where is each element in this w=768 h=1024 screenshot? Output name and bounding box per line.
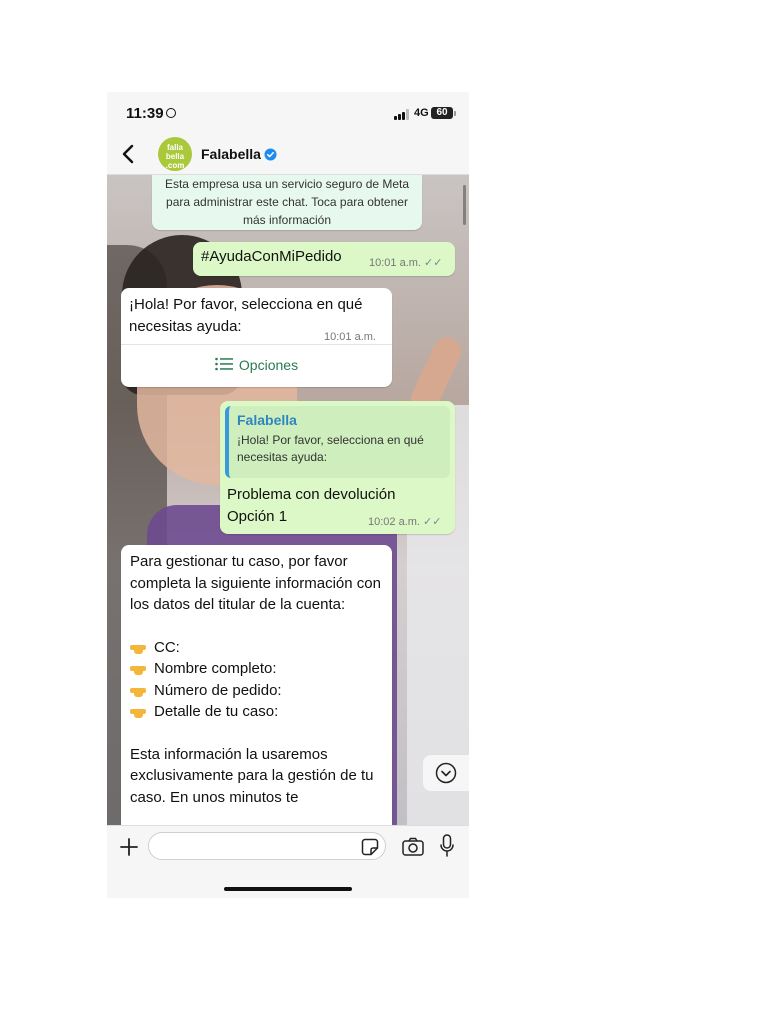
quoted-message[interactable]: Falabella ¡Hola! Por favor, selecciona e… (225, 406, 450, 478)
plus-icon[interactable] (119, 837, 139, 857)
signal-icon (394, 109, 412, 120)
message-time: 10:01 a.m. ✓✓ (369, 257, 443, 269)
read-ticks-icon: ✓✓ (422, 516, 442, 528)
message-incoming-form[interactable]: Para gestionar tu caso, por favor comple… (121, 545, 392, 825)
list-item: Detalle de tu caso: (130, 701, 383, 723)
list-item: Nombre completo: (130, 658, 383, 680)
message-input[interactable] (148, 832, 386, 860)
status-time: 11:39 (126, 105, 164, 122)
list-item: Número de pedido: (130, 680, 383, 702)
battery-icon: 60 (431, 107, 453, 119)
home-indicator[interactable] (224, 887, 352, 891)
message-outro: Esta información la usaremos exclusivame… (130, 745, 374, 806)
contact-name[interactable]: Falabella (201, 146, 261, 162)
message-outgoing-reply[interactable]: Falabella ¡Hola! Por favor, selecciona e… (220, 401, 455, 534)
focus-mode-icon (166, 108, 176, 118)
list-icon (215, 357, 233, 371)
quote-author: Falabella (237, 412, 297, 428)
avatar[interactable]: falla bella .com (158, 137, 192, 171)
field-list: CC: Nombre completo: Número de pedido: D… (130, 637, 383, 723)
message-incoming[interactable]: ¡Hola! Por favor, selecciona en qué nece… (121, 288, 392, 387)
sticker-icon[interactable] (361, 838, 379, 856)
verified-badge-icon (264, 148, 277, 161)
message-text: #AyudaConMiPedido (201, 248, 342, 265)
system-notice[interactable]: Esta empresa usa un servicio seguro de M… (152, 175, 422, 230)
chevron-down-icon (435, 762, 457, 784)
avatar-text-2: bella (165, 152, 185, 161)
scroll-down-button[interactable] (423, 755, 469, 791)
chat-area[interactable]: Esta empresa usa un servicio seguro de M… (107, 175, 469, 825)
pointing-hand-icon (130, 642, 148, 654)
options-button[interactable]: Opciones (121, 345, 392, 385)
read-ticks-icon: ✓✓ (423, 257, 443, 269)
network-type: 4G (414, 107, 429, 119)
composer-bar (107, 825, 469, 898)
avatar-text-1: falla (166, 143, 183, 152)
scrollbar[interactable] (463, 185, 466, 225)
camera-icon[interactable] (402, 837, 424, 857)
pointing-hand-icon (130, 706, 148, 719)
pointing-hand-icon (130, 663, 148, 676)
avatar-text-3: .com (165, 161, 185, 170)
message-outgoing[interactable]: #AyudaConMiPedido 10:01 a.m. ✓✓ (193, 242, 455, 276)
chat-header: falla bella .com Falabella (107, 136, 469, 175)
phone-screen: 11:39 4G 60 falla bella .com Falabella E… (107, 92, 469, 898)
message-time: 10:02 a.m. ✓✓ (368, 516, 442, 528)
back-icon[interactable] (117, 142, 141, 166)
pointing-hand-icon (130, 685, 148, 697)
status-bar: 11:39 4G 60 (107, 92, 469, 136)
quote-text: ¡Hola! Por favor, selecciona en qué nece… (237, 433, 424, 464)
microphone-icon[interactable] (440, 834, 454, 858)
list-item: CC: (130, 637, 383, 659)
battery-tip (454, 111, 456, 116)
options-label: Opciones (238, 357, 299, 373)
message-intro: Para gestionar tu caso, por favor comple… (130, 553, 381, 613)
